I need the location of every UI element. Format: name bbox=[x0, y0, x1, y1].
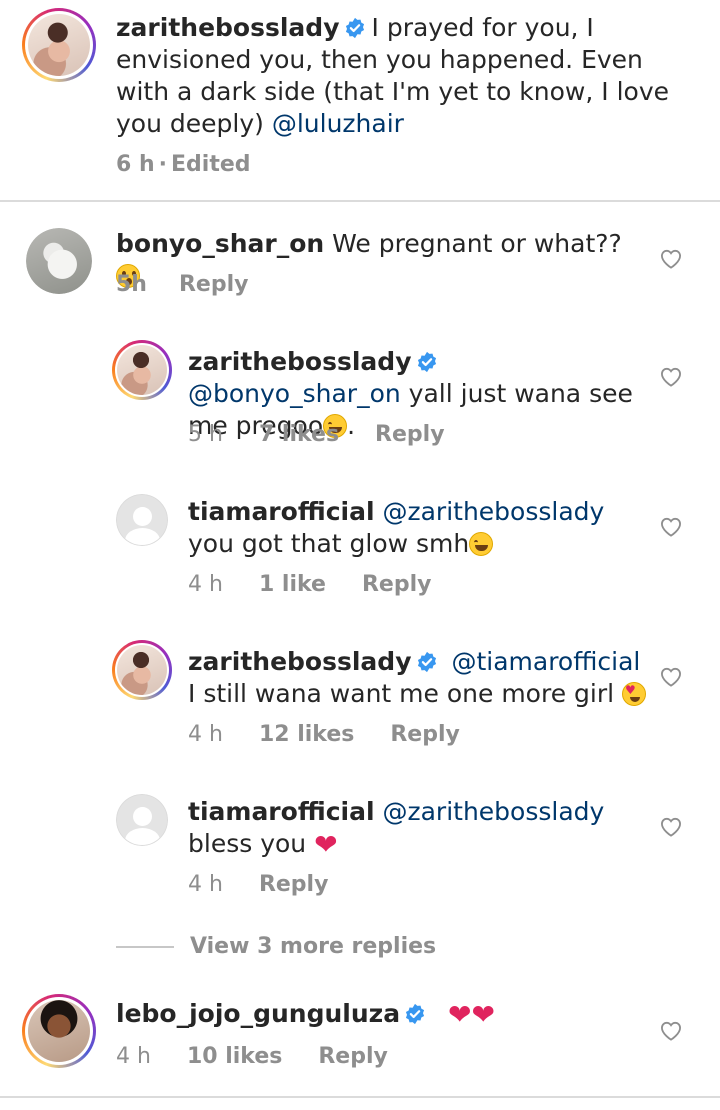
comment-likes[interactable]: 10 likes bbox=[187, 1044, 282, 1069]
caption-divider bbox=[0, 200, 720, 202]
reply-username[interactable]: zarithebosslady bbox=[188, 647, 412, 676]
reply-username[interactable]: tiamarofficial bbox=[188, 497, 375, 526]
heart-outline-icon[interactable] bbox=[660, 367, 682, 387]
reply-avatar[interactable] bbox=[112, 340, 172, 400]
reply-likes[interactable]: 1 like bbox=[259, 572, 326, 597]
reply-button[interactable]: Reply bbox=[375, 422, 445, 447]
reply-time: 4 h bbox=[188, 572, 223, 597]
view-more-label: View 3 more replies bbox=[190, 934, 437, 959]
reply-avatar[interactable] bbox=[116, 794, 168, 846]
reply-username[interactable]: zarithebosslady bbox=[188, 347, 412, 376]
verified-badge-icon bbox=[345, 17, 364, 39]
reply-text: zarithebosslady @tiamarofficial I still … bbox=[188, 646, 648, 710]
comment-time: 4 h bbox=[116, 1044, 151, 1069]
reply-body: you got that glow smh bbox=[188, 529, 470, 558]
caption-avatar[interactable] bbox=[22, 8, 96, 82]
reply-meta: 4 h 1 like Reply bbox=[188, 572, 431, 597]
comment-body: We pregnant or what?? bbox=[332, 229, 622, 258]
comment-meta: 4 h 10 likes Reply bbox=[116, 1044, 388, 1069]
caption-edited: Edited bbox=[171, 152, 251, 177]
caption-meta: 6 h · Edited bbox=[116, 152, 251, 177]
meta-separator: · bbox=[158, 152, 167, 177]
comment-avatar[interactable] bbox=[26, 228, 92, 294]
verified-badge-icon bbox=[417, 351, 436, 373]
reply-likes[interactable]: 12 likes bbox=[259, 722, 354, 747]
reply-time: 4 h bbox=[188, 722, 223, 747]
reply-button[interactable]: Reply bbox=[362, 572, 432, 597]
reply-avatar[interactable] bbox=[112, 640, 172, 700]
caption-section: zarithebosslady I prayed for you, I envis… bbox=[0, 0, 720, 200]
verified-badge-icon bbox=[405, 1003, 425, 1025]
comment-username[interactable]: bonyo_shar_on bbox=[116, 229, 324, 258]
reply-button[interactable]: Reply bbox=[179, 272, 249, 297]
grinning-sweat-emoji-icon bbox=[469, 532, 494, 556]
heart-outline-icon[interactable] bbox=[660, 667, 682, 687]
red-hearts-emoji-icon: ❤❤ bbox=[448, 998, 495, 1031]
comment-text: lebo_jojo_gunguluza ❤❤ bbox=[116, 998, 656, 1030]
heart-outline-icon[interactable] bbox=[660, 1021, 682, 1041]
heart-outline-icon[interactable] bbox=[660, 249, 682, 269]
reply-avatar[interactable] bbox=[116, 494, 168, 546]
reply-meta: 4 h 12 likes Reply bbox=[188, 722, 460, 747]
reply-mention[interactable]: @tiamarofficial bbox=[451, 647, 640, 676]
reply-body: I still wana want me one more girl bbox=[188, 679, 615, 708]
reply-button[interactable]: Reply bbox=[390, 722, 460, 747]
comment-time: 5h bbox=[116, 272, 147, 297]
reply-meta: 4 h Reply bbox=[188, 872, 328, 897]
red-heart-emoji-icon: ❤ bbox=[314, 828, 338, 861]
heart-eyes-emoji-icon bbox=[622, 682, 647, 706]
caption-text: zarithebosslady I prayed for you, I envis… bbox=[116, 12, 676, 140]
reply-mention[interactable]: @zarithebosslady bbox=[382, 497, 604, 526]
reply-text: tiamarofficial @zarithebosslady you got … bbox=[188, 496, 648, 560]
heart-outline-icon[interactable] bbox=[660, 517, 682, 537]
reply-button[interactable]: Reply bbox=[259, 872, 329, 897]
reply-time: 5 h bbox=[188, 422, 223, 447]
reply-button[interactable]: Reply bbox=[318, 1044, 388, 1069]
view-more-line bbox=[116, 945, 174, 948]
reply-mention[interactable]: @bonyo_shar_on bbox=[188, 379, 401, 408]
reply-username[interactable]: tiamarofficial bbox=[188, 797, 375, 826]
caption-username[interactable]: zarithebosslady bbox=[116, 13, 340, 42]
bottom-divider bbox=[0, 1096, 720, 1098]
reply-time: 4 h bbox=[188, 872, 223, 897]
reply-meta: 5 h 7 likes Reply bbox=[188, 422, 445, 447]
verified-badge-icon bbox=[417, 651, 436, 673]
heart-outline-icon[interactable] bbox=[660, 817, 682, 837]
reply-text: tiamarofficial @zarithebosslady bless yo… bbox=[188, 796, 648, 860]
comment-avatar[interactable] bbox=[22, 994, 96, 1068]
comment-username[interactable]: lebo_jojo_gunguluza bbox=[116, 999, 400, 1028]
reply-likes[interactable]: 7 likes bbox=[259, 422, 339, 447]
caption-time: 6 h bbox=[116, 152, 155, 177]
caption-mention[interactable]: @luluzhair bbox=[272, 109, 404, 138]
reply-body: bless you bbox=[188, 829, 307, 858]
reply-mention[interactable]: @zarithebosslady bbox=[382, 797, 604, 826]
view-more-replies-button[interactable]: View 3 more replies bbox=[116, 934, 436, 959]
comment-meta: 5h Reply bbox=[116, 272, 248, 297]
